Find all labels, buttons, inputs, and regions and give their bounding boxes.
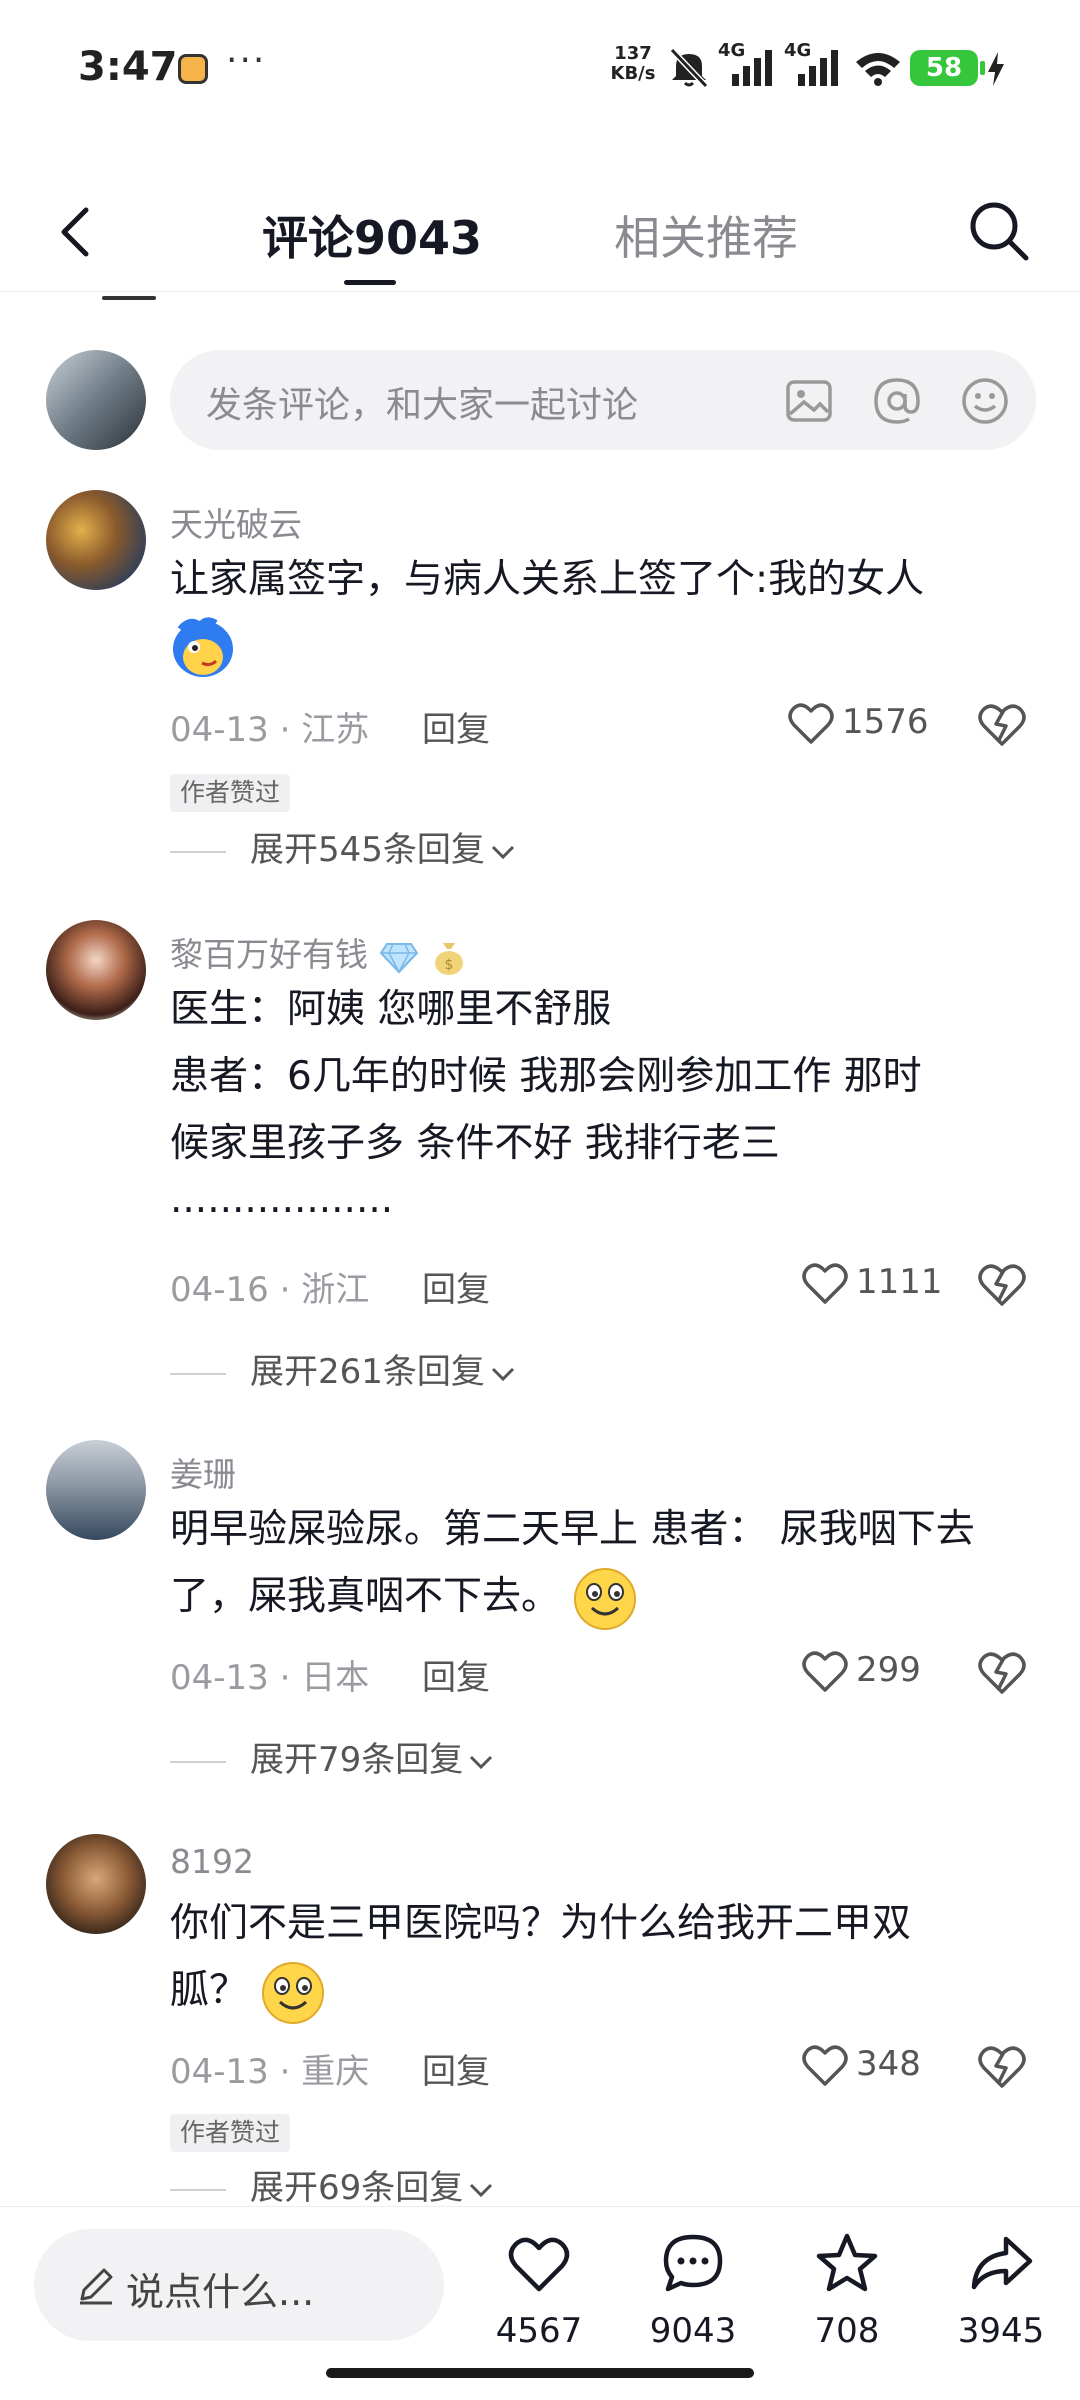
like-count: 1111 bbox=[856, 1262, 943, 1302]
say-something-input[interactable]: 说点什么... bbox=[34, 2229, 444, 2341]
divider bbox=[170, 1760, 226, 1763]
like-video-button[interactable]: 4567 bbox=[484, 2231, 594, 2361]
heart-icon bbox=[802, 1651, 848, 1692]
reply-button[interactable]: 回复 bbox=[422, 1650, 490, 1699]
video-comment-count: 9043 bbox=[649, 2311, 737, 2351]
comment-button[interactable]: 9043 bbox=[638, 2231, 748, 2361]
comment-text: 让家属签字，与病人关系上签了个:我的女人 bbox=[170, 546, 1050, 681]
app-notification-icon bbox=[178, 54, 208, 84]
smile-emoji bbox=[262, 1961, 325, 2024]
comment-meta: 04-13 · 日本 bbox=[170, 1658, 370, 1698]
like-button[interactable]: 348 bbox=[800, 2040, 930, 2090]
back-arrow-icon[interactable] bbox=[48, 202, 108, 262]
say-something-placeholder: 说点什么... bbox=[126, 2270, 315, 2314]
diamond-emoji bbox=[379, 942, 418, 974]
pencil-icon bbox=[80, 2268, 113, 2305]
smile-emoji bbox=[574, 1567, 637, 1630]
comment-meta: 04-16 · 浙江 bbox=[170, 1270, 370, 1310]
star-icon bbox=[816, 2233, 878, 2292]
expand-replies[interactable]: 展开261条回复 bbox=[170, 1344, 517, 1393]
like-button[interactable]: 1111 bbox=[800, 1258, 943, 1308]
share-button[interactable]: 3945 bbox=[946, 2231, 1056, 2361]
status-time: 3:47 bbox=[78, 44, 178, 90]
commenter-name[interactable]: 天光破云 bbox=[170, 498, 302, 546]
signal-1-icon bbox=[732, 50, 772, 86]
image-icon[interactable] bbox=[782, 374, 836, 428]
heart-icon bbox=[788, 703, 834, 744]
dislike-icon[interactable] bbox=[976, 698, 1028, 750]
emoji-icon[interactable] bbox=[958, 374, 1012, 428]
money-bag-emoji: $ bbox=[435, 942, 463, 975]
svg-text:$: $ bbox=[445, 957, 454, 973]
divider bbox=[170, 1372, 226, 1375]
comments-header: 评论9043 相关推荐 bbox=[0, 180, 1080, 300]
back-indicator bbox=[102, 296, 156, 300]
favorite-button[interactable]: 708 bbox=[792, 2231, 902, 2361]
like-button[interactable]: 1576 bbox=[786, 698, 929, 748]
status-bar: 3:47 ··· 137 KB/s 4G 4G 58 bbox=[0, 0, 1080, 140]
battery-indicator: 58 bbox=[910, 50, 985, 86]
tab-comments[interactable]: 评论9043 bbox=[262, 202, 482, 268]
video-favorite-count: 708 bbox=[814, 2311, 880, 2351]
chevron-down-icon bbox=[470, 1755, 493, 1769]
network-speed: 137 KB/s bbox=[610, 43, 656, 84]
video-share-count: 3945 bbox=[957, 2311, 1045, 2351]
expand-replies[interactable]: 展开69条回复 bbox=[170, 2160, 495, 2209]
mute-bell-icon bbox=[669, 47, 709, 88]
heart-icon bbox=[802, 2045, 848, 2086]
heart-icon bbox=[802, 1263, 848, 1304]
share-arrow-icon bbox=[971, 2236, 1033, 2290]
comment-text: 医生：阿姨 您哪里不舒服 患者：6几年的时候 我那会刚参加工作 那时 候家里孩子… bbox=[170, 987, 922, 1233]
comment-text: 明早验屎验尿。第二天早上 患者： 尿我咽下去 了，屎我真咽不下去。 bbox=[170, 1496, 1050, 1632]
like-count: 348 bbox=[856, 2044, 921, 2084]
expand-replies[interactable]: 展开545条回复 bbox=[170, 822, 517, 871]
comment-meta: 04-13 · 重庆 bbox=[170, 2052, 370, 2092]
tab-related[interactable]: 相关推荐 bbox=[614, 202, 798, 268]
commenter-name[interactable]: 黎百万好有钱 $ bbox=[170, 928, 469, 977]
video-like-count: 4567 bbox=[495, 2311, 583, 2351]
my-avatar[interactable] bbox=[46, 350, 146, 450]
commenter-avatar[interactable] bbox=[46, 1440, 146, 1540]
comment-input[interactable]: 发条评论，和大家一起讨论 bbox=[170, 350, 1036, 450]
author-liked-badge: 作者赞过 bbox=[170, 774, 291, 812]
comment-input-placeholder: 发条评论，和大家一起讨论 bbox=[206, 385, 639, 426]
commenter-avatar[interactable] bbox=[46, 490, 146, 590]
active-tab-indicator bbox=[344, 280, 396, 285]
dislike-icon[interactable] bbox=[976, 1258, 1028, 1310]
more-notifications-icon: ··· bbox=[226, 40, 267, 81]
chevron-down-icon bbox=[491, 845, 514, 859]
comment-meta: 04-13 · 江苏 bbox=[170, 710, 370, 750]
search-icon[interactable] bbox=[966, 198, 1032, 264]
comment-bubble-icon bbox=[663, 2234, 723, 2292]
commenter-avatar[interactable] bbox=[46, 920, 146, 1020]
commenter-avatar[interactable] bbox=[46, 1834, 146, 1934]
like-count: 1576 bbox=[842, 702, 929, 742]
reply-button[interactable]: 回复 bbox=[422, 1262, 490, 1311]
chevron-down-icon bbox=[491, 1367, 514, 1381]
home-indicator[interactable] bbox=[326, 2368, 754, 2378]
commenter-name[interactable]: 姜珊 bbox=[170, 1448, 236, 1496]
like-count: 299 bbox=[856, 1650, 921, 1690]
heart-icon bbox=[508, 2237, 570, 2292]
at-icon[interactable] bbox=[870, 374, 924, 428]
reply-button[interactable]: 回复 bbox=[422, 2044, 490, 2093]
divider bbox=[170, 850, 226, 853]
reply-button[interactable]: 回复 bbox=[422, 702, 490, 751]
dislike-icon[interactable] bbox=[976, 1646, 1028, 1698]
signal-2-icon bbox=[798, 50, 838, 86]
dislike-icon[interactable] bbox=[976, 2040, 1028, 2092]
author-liked-badge: 作者赞过 bbox=[170, 2114, 291, 2152]
commenter-name[interactable]: 8192 bbox=[170, 1842, 254, 1881]
divider bbox=[170, 2188, 226, 2191]
wifi-icon bbox=[856, 53, 900, 86]
expand-replies[interactable]: 展开79条回复 bbox=[170, 1732, 495, 1781]
like-button[interactable]: 299 bbox=[800, 1646, 930, 1696]
comment-text: 你们不是三甲医院吗？为什么给我开二甲双 胍？ bbox=[170, 1890, 1050, 2026]
chevron-down-icon bbox=[470, 2183, 493, 2197]
charging-icon bbox=[988, 52, 1004, 86]
blue-bird-emoji bbox=[173, 616, 233, 677]
